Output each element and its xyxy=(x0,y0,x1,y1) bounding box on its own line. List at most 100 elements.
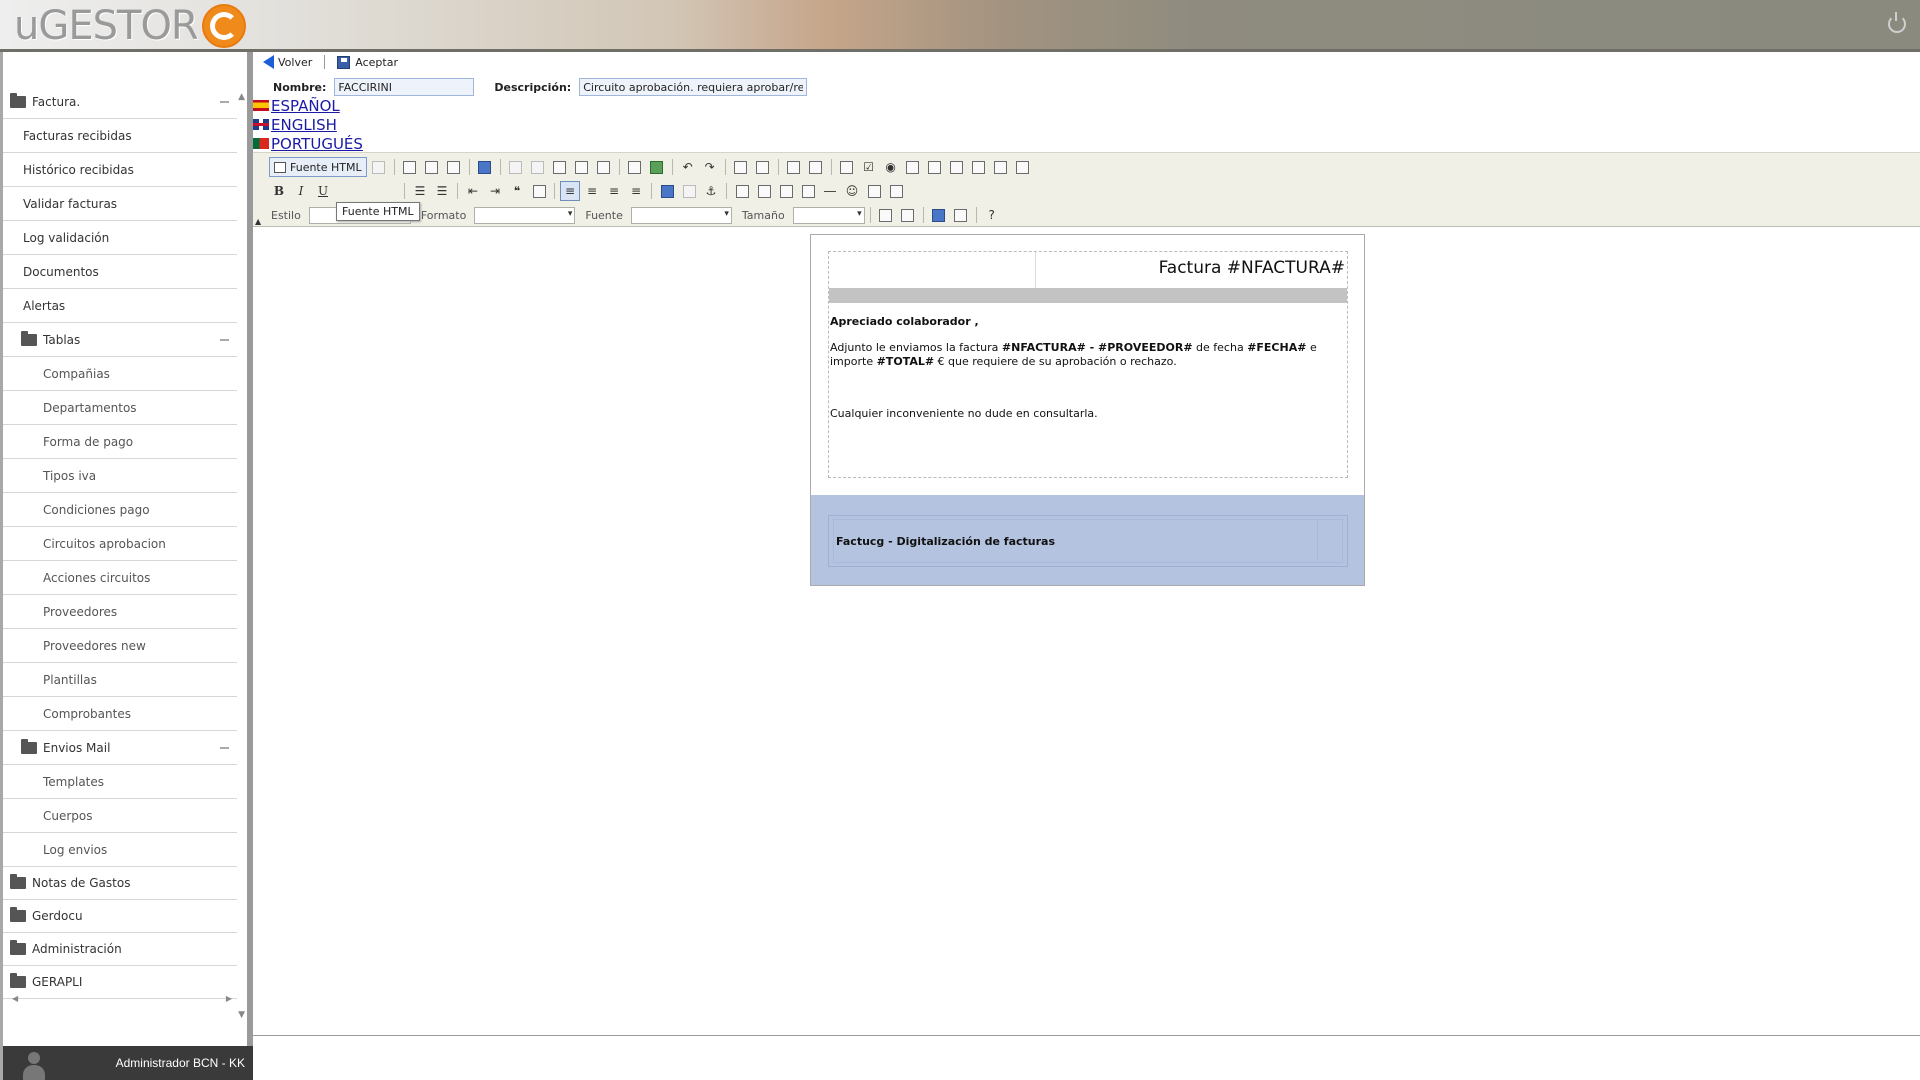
sidebar-scroll-up-icon[interactable]: ▲ xyxy=(238,92,245,102)
sidebar-item-alertas[interactable]: Alertas xyxy=(3,289,237,323)
cut-icon[interactable] xyxy=(506,157,526,177)
sidebar-item-forma-de-pago[interactable]: Forma de pago xyxy=(3,425,237,459)
sidebar-item-log-validación[interactable]: Log validación xyxy=(3,221,237,255)
outdent-icon[interactable]: ⇤ xyxy=(463,181,483,201)
sidebar-item-envios-mail[interactable]: Envios Mail xyxy=(3,731,237,765)
sidebar-item-administración[interactable]: Administración xyxy=(3,933,237,966)
remove-format-icon[interactable] xyxy=(806,157,826,177)
bold-button[interactable]: B xyxy=(269,181,289,201)
sidebar-item-proveedores[interactable]: Proveedores xyxy=(3,595,237,629)
smiley-icon[interactable]: ☺ xyxy=(842,181,862,201)
language-link-label[interactable]: ENGLISH xyxy=(271,116,337,134)
language-link-es[interactable]: ESPAÑOL xyxy=(253,96,363,115)
youtube-icon[interactable] xyxy=(776,181,796,201)
language-link-pt[interactable]: PORTUGUÉS xyxy=(253,134,363,153)
templates-icon[interactable] xyxy=(475,157,495,177)
sidebar-item-tipos-iva[interactable]: Tipos iva xyxy=(3,459,237,493)
redo-icon[interactable]: ↷ xyxy=(700,157,720,177)
print-icon[interactable] xyxy=(625,157,645,177)
text-color-icon[interactable] xyxy=(876,205,896,225)
collapse-icon[interactable] xyxy=(220,746,229,749)
sidebar-item-proveedores-new[interactable]: Proveedores new xyxy=(3,629,237,663)
formato-select[interactable] xyxy=(474,206,576,224)
paste-word-icon[interactable] xyxy=(594,157,614,177)
undo-icon[interactable]: ↶ xyxy=(678,157,698,177)
sidebar-item-cuerpos[interactable]: Cuerpos xyxy=(3,799,237,833)
language-link-label[interactable]: ESPAÑOL xyxy=(271,97,340,115)
fuente-select[interactable] xyxy=(630,206,732,224)
copy-icon[interactable] xyxy=(528,157,548,177)
bg-color-icon[interactable] xyxy=(898,205,918,225)
editor-content-area[interactable]: Factura #NFACTURA# Apreciado colaborador… xyxy=(253,228,1920,1036)
italic-button[interactable]: I xyxy=(291,181,311,201)
sidebar-item-comprobantes[interactable]: Comprobantes xyxy=(3,697,237,731)
underline-button[interactable]: U xyxy=(313,181,333,201)
bulleted-list-icon[interactable]: ☰ xyxy=(432,181,452,201)
language-link-label[interactable]: PORTUGUÉS xyxy=(271,135,363,153)
sidebar-item-documentos[interactable]: Documentos xyxy=(3,255,237,289)
sidebar-item-gerdocu[interactable]: Gerdocu xyxy=(3,900,237,933)
replace-icon[interactable] xyxy=(753,157,773,177)
image-icon[interactable] xyxy=(732,181,752,201)
maximize-icon[interactable] xyxy=(929,205,949,225)
source-html-button[interactable]: Fuente HTML xyxy=(269,157,367,177)
select-field-icon[interactable] xyxy=(947,157,967,177)
print-preview-icon[interactable] xyxy=(444,157,464,177)
form-icon[interactable] xyxy=(837,157,857,177)
sidebar-item-factura[interactable]: Factura. xyxy=(3,86,237,119)
hidden-field-icon[interactable] xyxy=(1013,157,1033,177)
show-blocks-icon[interactable] xyxy=(951,205,971,225)
div-icon[interactable] xyxy=(529,181,549,201)
sidebar-item-tablas[interactable]: Tablas xyxy=(3,323,237,357)
tamano-select[interactable] xyxy=(792,206,865,224)
numbered-list-icon[interactable]: ☰ xyxy=(410,181,430,201)
radio-icon[interactable]: ◉ xyxy=(881,157,901,177)
page-break-icon[interactable] xyxy=(886,181,906,201)
sidebar-item-facturas-recibidas[interactable]: Facturas recibidas xyxy=(3,119,237,153)
anchor-icon[interactable]: ⚓ xyxy=(701,181,721,201)
align-justify-icon[interactable]: ≡ xyxy=(626,181,646,201)
image-button-icon[interactable] xyxy=(991,157,1011,177)
sidebar-item-compañias[interactable]: Compañias xyxy=(3,357,237,391)
textarea-icon[interactable] xyxy=(925,157,945,177)
horizontal-rule-icon[interactable]: ― xyxy=(820,181,840,201)
unlink-icon[interactable] xyxy=(679,181,699,201)
scroll-right-icon[interactable]: ▶ xyxy=(226,994,232,1003)
sidebar-scroll-down-icon[interactable]: ▼ xyxy=(238,1010,245,1020)
language-link-en[interactable]: ENGLISH xyxy=(253,115,363,134)
sidebar-item-circuitos-aprobacion[interactable]: Circuitos aprobacion xyxy=(3,527,237,561)
special-char-icon[interactable] xyxy=(864,181,884,201)
sidebar-item-plantillas[interactable]: Plantillas xyxy=(3,663,237,697)
sidebar-item-condiciones-pago[interactable]: Condiciones pago xyxy=(3,493,237,527)
link-icon[interactable] xyxy=(657,181,677,201)
table-icon[interactable] xyxy=(798,181,818,201)
power-icon[interactable] xyxy=(1888,12,1906,33)
descripcion-input[interactable] xyxy=(579,78,808,96)
scroll-left-icon[interactable]: ◀ xyxy=(12,994,18,1003)
blockquote-icon[interactable]: ❝ xyxy=(507,181,527,201)
preview-icon[interactable] xyxy=(369,157,389,177)
sidebar-item-acciones-circuitos[interactable]: Acciones circuitos xyxy=(3,561,237,595)
collapse-icon[interactable] xyxy=(220,101,229,103)
back-button[interactable]: Volver xyxy=(263,55,312,69)
align-left-icon[interactable]: ≡ xyxy=(560,181,580,201)
accept-button[interactable]: Aceptar xyxy=(337,55,398,69)
sidebar-item-notas-de-gastos[interactable]: Notas de Gastos xyxy=(3,867,237,900)
align-center-icon[interactable]: ≡ xyxy=(582,181,602,201)
button-field-icon[interactable] xyxy=(969,157,989,177)
new-page-icon[interactable] xyxy=(422,157,442,177)
sidebar-item-departamentos[interactable]: Departamentos xyxy=(3,391,237,425)
indent-icon[interactable]: ⇥ xyxy=(485,181,505,201)
align-right-icon[interactable]: ≡ xyxy=(604,181,624,201)
sidebar-horizontal-scrollbar[interactable]: ◀ ▶ xyxy=(6,994,236,1006)
paste-icon[interactable] xyxy=(550,157,570,177)
textfield-icon[interactable] xyxy=(903,157,923,177)
sidebar-item-log-envios[interactable]: Log envios xyxy=(3,833,237,867)
sidebar-item-templates[interactable]: Templates xyxy=(3,765,237,799)
checkbox-icon[interactable]: ☑ xyxy=(859,157,879,177)
collapse-icon[interactable] xyxy=(220,338,229,341)
save-doc-icon[interactable] xyxy=(400,157,420,177)
sidebar-item-histórico-recibidas[interactable]: Histórico recibidas xyxy=(3,153,237,187)
sidebar-item-validar-facturas[interactable]: Validar facturas xyxy=(3,187,237,221)
toolbar-collapse-icon[interactable]: ▲ xyxy=(255,217,261,226)
